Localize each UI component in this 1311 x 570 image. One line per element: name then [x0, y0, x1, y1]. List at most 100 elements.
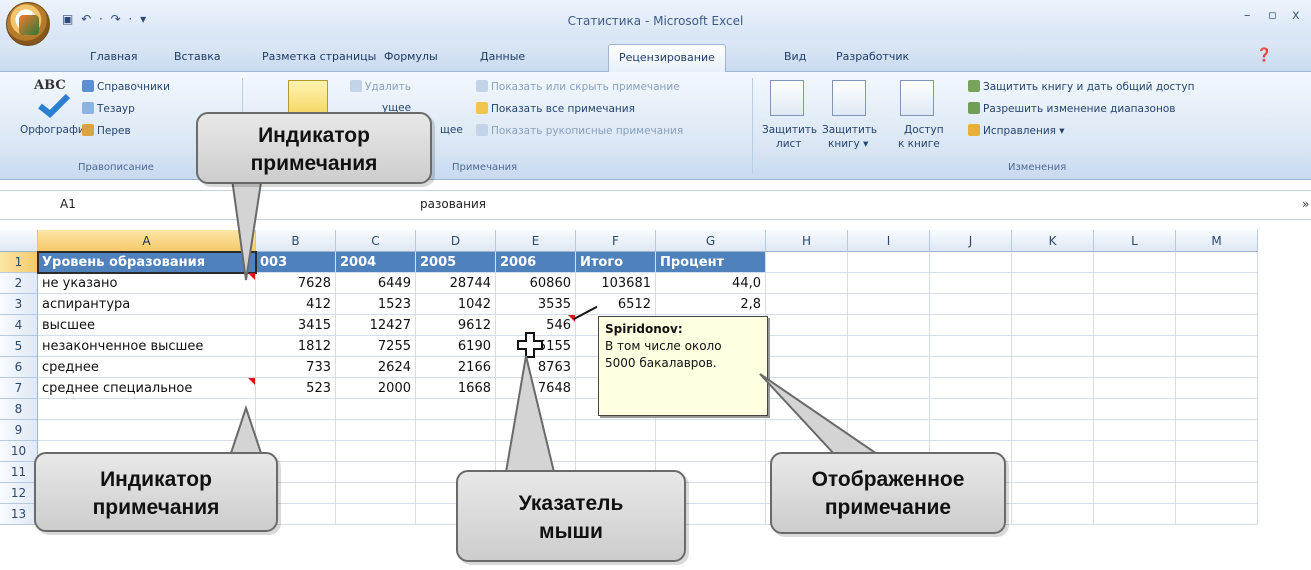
cell-f10[interactable]	[576, 441, 656, 462]
column-header-i[interactable]: I	[848, 230, 930, 252]
share-workbook-label-1[interactable]: Доступ	[904, 124, 944, 136]
cell-l12[interactable]	[1094, 483, 1176, 504]
cell-a2[interactable]: не указано	[38, 273, 256, 294]
protect-workbook-label-2[interactable]: книгу ▾	[828, 138, 868, 150]
cell-l10[interactable]	[1094, 441, 1176, 462]
formula-input[interactable]: разования	[420, 197, 486, 211]
cell-a4[interactable]: высшее	[38, 315, 256, 336]
cell-c1[interactable]: 2004	[336, 252, 416, 273]
comment-indicator-icon[interactable]	[248, 273, 255, 280]
cell-m2[interactable]	[1176, 273, 1258, 294]
show-all-comments-button[interactable]: Показать все примечания	[476, 102, 635, 115]
cell-f1[interactable]: Итого	[576, 252, 656, 273]
protect-sheet-label-2[interactable]: лист	[776, 138, 801, 150]
cell-f2[interactable]: 103681	[576, 273, 656, 294]
cell-a5[interactable]: незаконченное высшее	[38, 336, 256, 357]
cell-b1[interactable]: 003	[256, 252, 336, 273]
protect-and-share-button[interactable]: Защитить книгу и дать общий доступ	[968, 80, 1195, 93]
cell-h3[interactable]	[766, 294, 848, 315]
cell-d1[interactable]: 2005	[416, 252, 496, 273]
cell-b7[interactable]: 523	[256, 378, 336, 399]
cell-m9[interactable]	[1176, 420, 1258, 441]
cell-l8[interactable]	[1094, 399, 1176, 420]
tab-view[interactable]: Вид	[784, 50, 806, 63]
track-changes-button[interactable]: Исправления ▾	[968, 124, 1065, 137]
cell-j9[interactable]	[930, 420, 1012, 441]
cell-m3[interactable]	[1176, 294, 1258, 315]
cell-j6[interactable]	[930, 357, 1012, 378]
cell-e8[interactable]	[496, 399, 576, 420]
cell-b4[interactable]: 3415	[256, 315, 336, 336]
column-header-b[interactable]: B	[256, 230, 336, 252]
cell-b2[interactable]: 7628	[256, 273, 336, 294]
cell-j7[interactable]	[930, 378, 1012, 399]
cell-d2[interactable]: 28744	[416, 273, 496, 294]
cell-m6[interactable]	[1176, 357, 1258, 378]
cell-h8[interactable]	[766, 399, 848, 420]
cell-a3[interactable]: аспирантура	[38, 294, 256, 315]
cell-h5[interactable]	[766, 336, 848, 357]
cell-a6[interactable]: среднее	[38, 357, 256, 378]
cell-f9[interactable]	[576, 420, 656, 441]
minimize-icon[interactable]: –	[1244, 8, 1251, 23]
cell-i3[interactable]	[848, 294, 930, 315]
protect-sheet-icon[interactable]	[770, 80, 804, 116]
cell-d4[interactable]: 9612	[416, 315, 496, 336]
row-header[interactable]: 3	[0, 294, 38, 315]
cell-e1[interactable]: 2006	[496, 252, 576, 273]
cell-i4[interactable]	[848, 315, 930, 336]
protect-sheet-label-1[interactable]: Защитить	[762, 124, 817, 136]
cell-b3[interactable]: 412	[256, 294, 336, 315]
cell-m12[interactable]	[1176, 483, 1258, 504]
cell-d6[interactable]: 2166	[416, 357, 496, 378]
column-header-g[interactable]: G	[656, 230, 766, 252]
cell-j3[interactable]	[930, 294, 1012, 315]
column-header-m[interactable]: M	[1176, 230, 1258, 252]
show-ink-button[interactable]: Показать рукописные примечания	[476, 124, 683, 137]
comment-indicator-icon[interactable]	[248, 378, 255, 385]
share-workbook-label-2[interactable]: к книге	[898, 138, 940, 150]
row-header[interactable]: 8	[0, 399, 38, 420]
cell-h9[interactable]	[766, 420, 848, 441]
cell-m8[interactable]	[1176, 399, 1258, 420]
cell-c6[interactable]: 2624	[336, 357, 416, 378]
cell-k7[interactable]	[1012, 378, 1094, 399]
cell-k13[interactable]	[1012, 504, 1094, 525]
spelling-button[interactable]: Орфография	[20, 124, 91, 136]
cell-k11[interactable]	[1012, 462, 1094, 483]
cell-m5[interactable]	[1176, 336, 1258, 357]
column-header-h[interactable]: H	[766, 230, 848, 252]
cell-i5[interactable]	[848, 336, 930, 357]
cell-l2[interactable]	[1094, 273, 1176, 294]
cell-e2[interactable]: 60860	[496, 273, 576, 294]
cell-g10[interactable]	[656, 441, 766, 462]
name-box[interactable]: A1	[60, 197, 76, 211]
translate-button[interactable]: Перев	[82, 124, 131, 137]
help-icon[interactable]: ❓	[1256, 48, 1272, 63]
tab-insert[interactable]: Вставка	[174, 50, 221, 63]
cell-j5[interactable]	[930, 336, 1012, 357]
allow-ranges-button[interactable]: Разрешить изменение диапазонов	[968, 102, 1175, 115]
cell-l9[interactable]	[1094, 420, 1176, 441]
office-button[interactable]	[6, 2, 50, 46]
cell-d8[interactable]	[416, 399, 496, 420]
cell-e3[interactable]: 3535	[496, 294, 576, 315]
cell-b5[interactable]: 1812	[256, 336, 336, 357]
cell-c9[interactable]	[336, 420, 416, 441]
row-header[interactable]: 10	[0, 441, 38, 462]
cell-c5[interactable]: 7255	[336, 336, 416, 357]
cell-h2[interactable]	[766, 273, 848, 294]
cell-j4[interactable]	[930, 315, 1012, 336]
tab-review[interactable]: Рецензирование	[608, 44, 726, 72]
cell-e10[interactable]	[496, 441, 576, 462]
cell-l6[interactable]	[1094, 357, 1176, 378]
cell-i1[interactable]	[848, 252, 930, 273]
select-all-corner[interactable]	[0, 230, 38, 252]
cell-l1[interactable]	[1094, 252, 1176, 273]
cell-g2[interactable]: 44,0	[656, 273, 766, 294]
cell-j2[interactable]	[930, 273, 1012, 294]
cell-m4[interactable]	[1176, 315, 1258, 336]
cell-c10[interactable]	[336, 441, 416, 462]
cell-b6[interactable]: 733	[256, 357, 336, 378]
cell-k4[interactable]	[1012, 315, 1094, 336]
